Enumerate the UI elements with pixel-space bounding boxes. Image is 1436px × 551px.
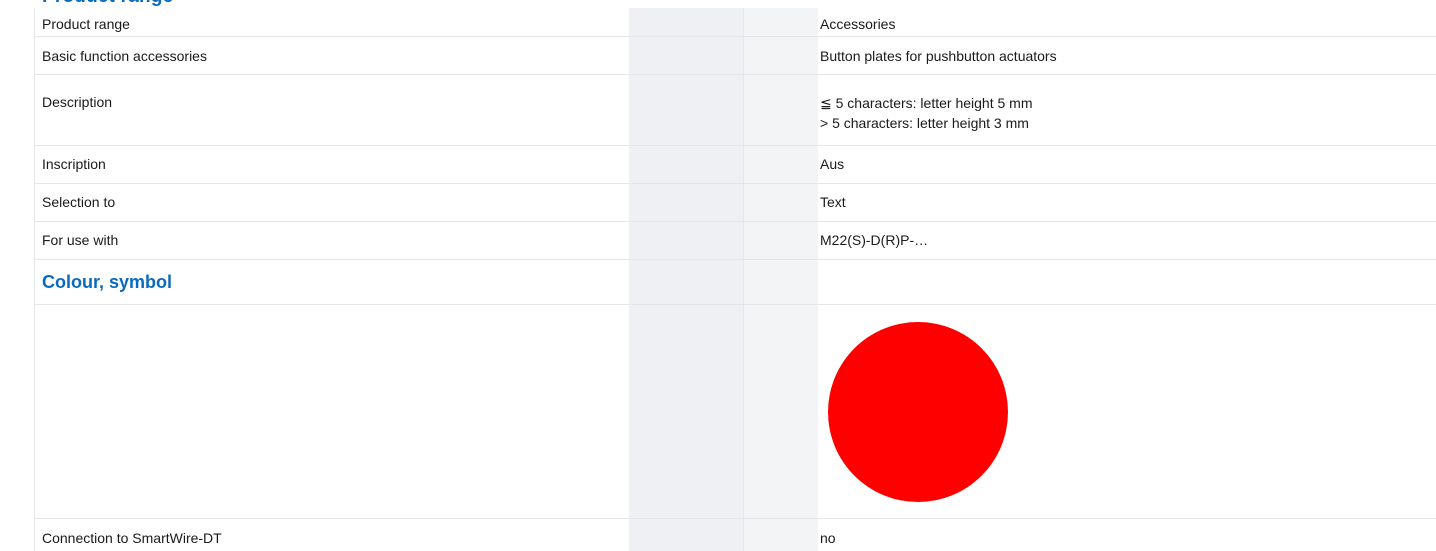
- row-label: Inscription: [42, 156, 106, 172]
- row-value: Accessories: [820, 16, 896, 32]
- row-label: Basic function accessories: [42, 48, 207, 64]
- row-value: Aus: [820, 156, 845, 172]
- row-label: Connection to SmartWire-DT: [42, 530, 222, 546]
- table-row: Selection to Text: [34, 184, 1436, 222]
- table-row: Inscription Aus: [34, 146, 1436, 184]
- table-row: For use with M22(S)-D(R)P-…: [34, 222, 1436, 260]
- row-value-line: ≦ 5 characters: letter height 5 mm: [820, 95, 1033, 111]
- specification-table: Product range Accessories Basic function…: [34, 8, 1436, 551]
- row-value: Text: [820, 194, 846, 210]
- colour-swatch-row: [34, 305, 1436, 519]
- table-row: Connection to SmartWire-DT no: [34, 519, 1436, 551]
- row-value-line: > 5 characters: letter height 3 mm: [820, 115, 1029, 131]
- table-row: Product range Accessories: [34, 8, 1436, 37]
- row-label: Description: [42, 94, 113, 110]
- row-label: Product range: [42, 16, 130, 32]
- row-label: Selection to: [42, 194, 116, 210]
- red-circle-symbol-icon: [828, 322, 1008, 502]
- spec-page: Product range Accessories Basic function…: [0, 0, 1436, 551]
- section-heading-row: Colour, symbol: [34, 260, 1436, 305]
- section-title: Colour, symbol: [42, 272, 173, 292]
- row-value: Button plates for pushbutton actuators: [820, 48, 1057, 64]
- table-row: Description ≦ 5 characters: letter heigh…: [34, 75, 1436, 146]
- row-label: For use with: [42, 232, 119, 248]
- row-value: no: [820, 530, 836, 546]
- row-value: M22(S)-D(R)P-…: [820, 232, 929, 248]
- cut-off-section-heading: Product range: [42, 0, 173, 8]
- table-row: Basic function accessories Button plates…: [34, 37, 1436, 75]
